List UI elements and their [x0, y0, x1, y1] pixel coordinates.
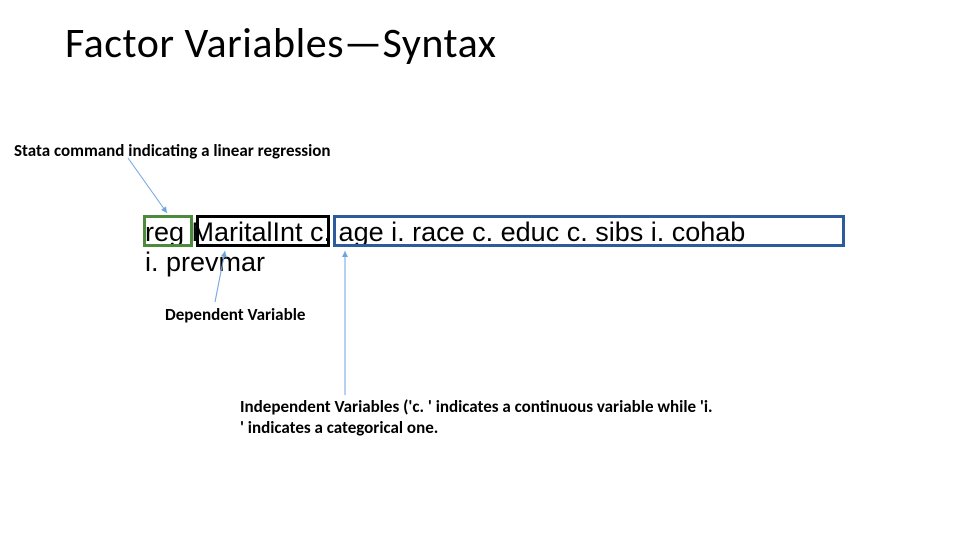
- highlight-box-independent: [333, 215, 845, 247]
- highlight-box-command: [143, 215, 193, 247]
- label-dependent-variable: Dependent Variable: [165, 304, 305, 325]
- label-stata-command: Stata command indicating a linear regres…: [14, 140, 331, 161]
- label-independent-variables: Independent Variables ('c. ' indicates a…: [240, 396, 720, 439]
- highlight-box-dependent: [196, 215, 330, 247]
- slide-title: Factor Variables—Syntax: [65, 18, 497, 69]
- code-line-2: i. prevmar: [145, 247, 265, 277]
